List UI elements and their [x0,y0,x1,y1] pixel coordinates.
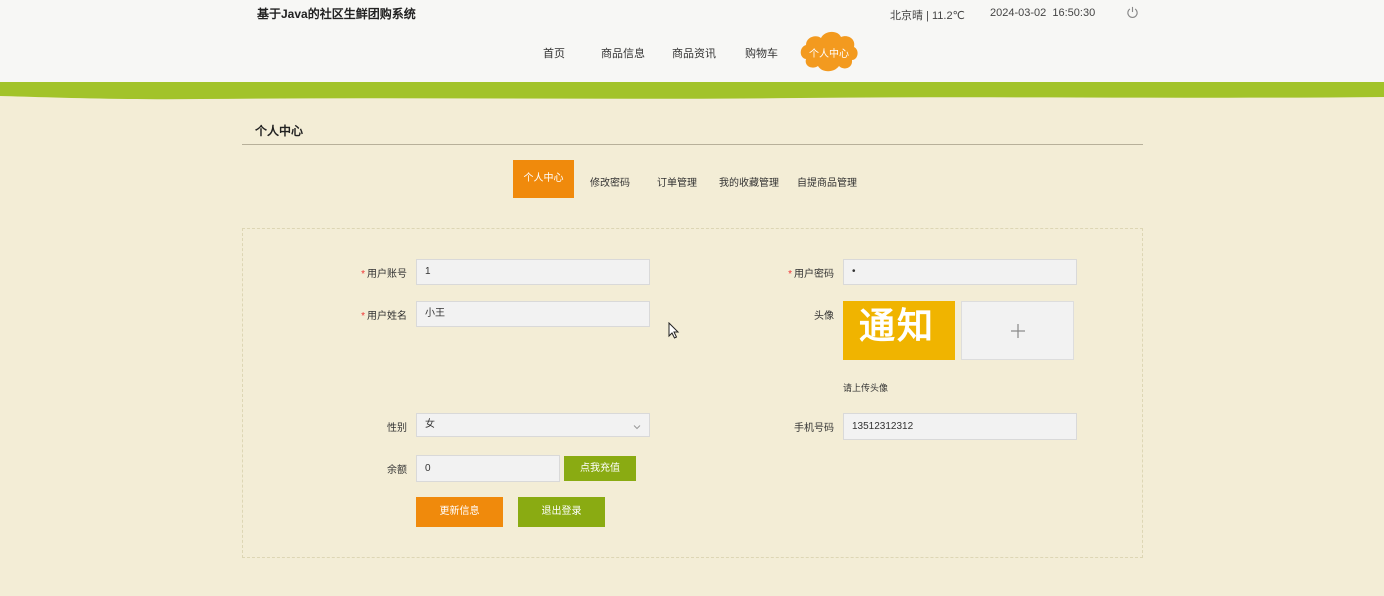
gender-label: 性别 [387,423,407,434]
section-divider [242,144,1143,145]
required-mark: * [361,311,365,322]
plus-icon [1011,324,1025,338]
section-title: 个人中心 [255,124,304,138]
gender-select[interactable]: 女 [416,413,650,437]
avatar-image-text: 通知 [859,305,936,347]
phone-field[interactable]: 13512312312 [843,413,1077,440]
balance-field[interactable]: 0 [416,455,560,482]
nav-products[interactable]: 商品信息 [601,45,645,61]
phone-label: 手机号码 [794,423,834,434]
tab-favorites[interactable]: 我的收藏管理 [719,174,779,189]
balance-label: 余额 [387,465,407,476]
required-mark: * [361,269,365,280]
weather-info: 北京晴 | 11.2℃ [890,10,965,22]
update-info-button[interactable]: 更新信息 [416,497,503,527]
recharge-button[interactable]: 点我充值 [564,456,636,481]
nav-cart[interactable]: 购物车 [745,45,778,61]
nav-news[interactable]: 商品资讯 [672,45,716,61]
required-mark: * [788,269,792,280]
chevron-down-icon [633,425,641,430]
name-label-text: 用户姓名 [367,311,407,322]
avatar-upload-hint: 请上传头像 [843,383,889,393]
nav-active-label: 个人中心 [809,49,849,60]
password-label-text: 用户密码 [794,269,834,280]
tab-change-password[interactable]: 修改密码 [590,174,630,189]
power-icon[interactable] [1126,6,1139,19]
nav-home[interactable]: 首页 [543,45,565,61]
logout-button[interactable]: 退出登录 [518,497,605,527]
avatar-image[interactable]: 通知 [843,301,955,360]
password-field[interactable]: • [843,259,1077,285]
avatar-label: 头像 [814,311,834,322]
avatar-upload-button[interactable] [961,301,1074,360]
nav-personal-center[interactable]: 个人中心 [798,29,860,74]
tab-order-management[interactable]: 订单管理 [657,174,697,189]
name-field[interactable]: 小王 [416,301,650,327]
password-label: * 用户密码 [744,265,834,280]
account-label: * 用户账号 [317,265,407,280]
gender-select-value: 女 [425,419,435,430]
name-label: * 用户姓名 [317,307,407,322]
top-header: 基于Java的社区生鲜团购系统 北京晴 | 11.2℃ 2024-03-02 1… [0,0,1384,82]
current-datetime: 2024-03-02 16:50:30 [990,7,1096,19]
mouse-cursor-icon [668,322,680,339]
tab-pickup-products[interactable]: 自提商品管理 [797,174,857,189]
account-field[interactable]: 1 [416,259,650,285]
site-title: 基于Java的社区生鲜团购系统 [257,7,416,21]
green-banner [0,82,1384,100]
account-label-text: 用户账号 [367,269,407,280]
tab-personal-center[interactable]: 个人中心 [513,160,574,198]
